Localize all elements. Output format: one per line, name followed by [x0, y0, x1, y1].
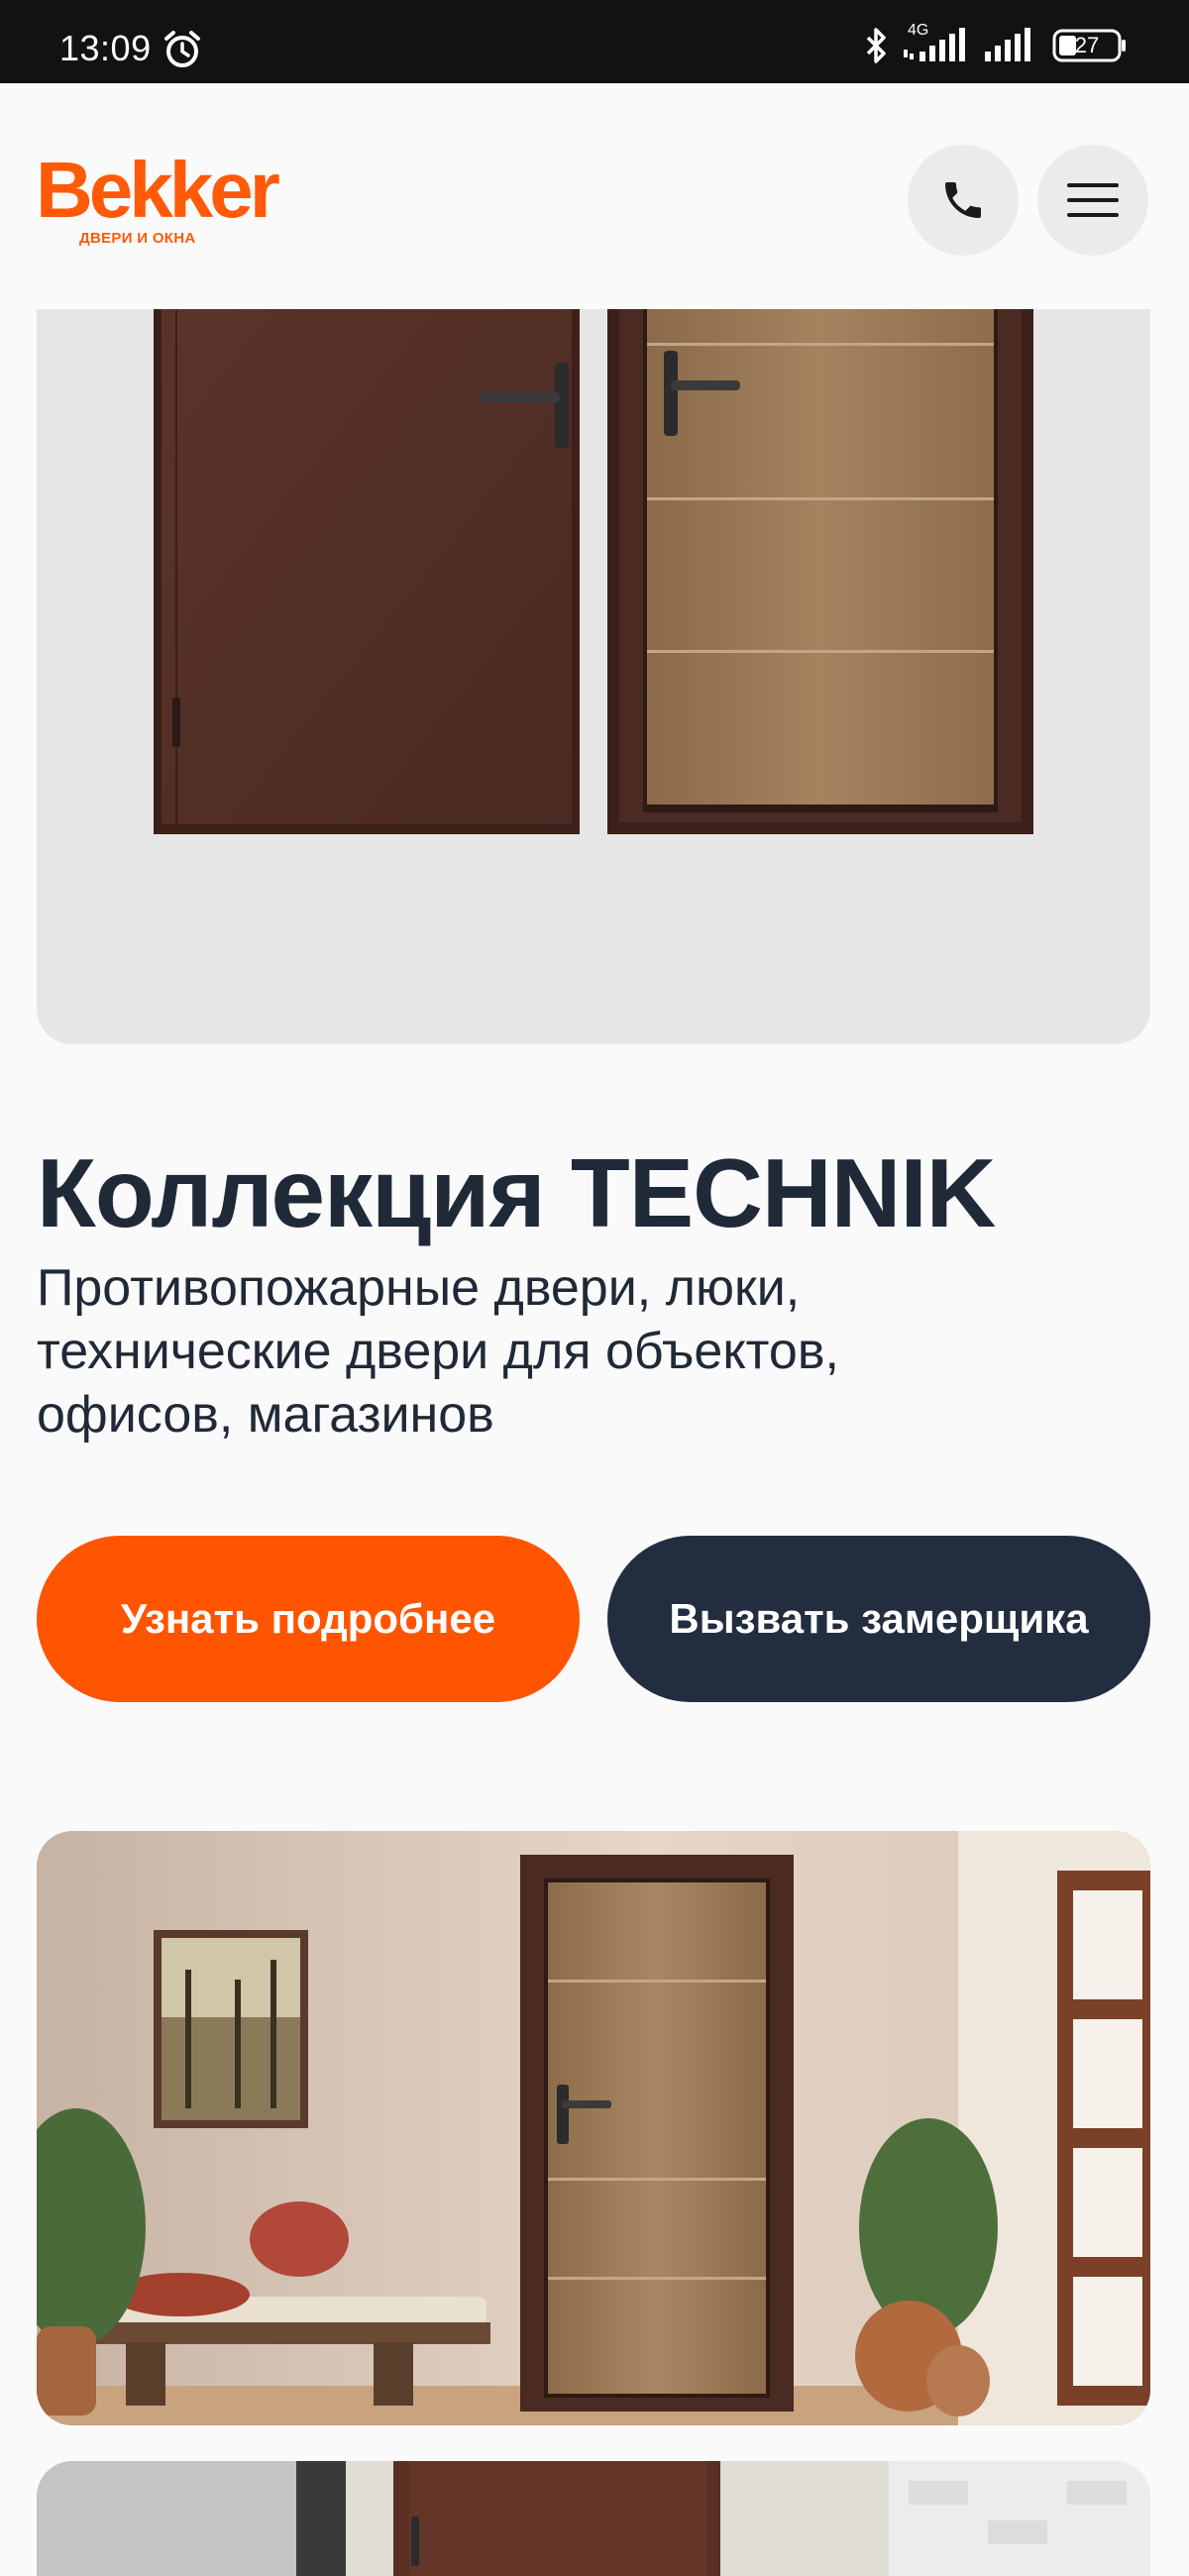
- phone-icon: [945, 182, 981, 218]
- collection-title: Коллекция TECHNIK: [37, 1138, 996, 1247]
- collection-description: Противопожарные двери, люки, технические…: [37, 1259, 839, 1444]
- phone-button[interactable]: [908, 145, 1019, 256]
- wood-panel-door: [607, 309, 1033, 834]
- steel-door: [154, 309, 580, 834]
- signal-icon: [904, 28, 965, 61]
- status-time: 13:09: [59, 28, 152, 68]
- interior-scene-image: [37, 1831, 1150, 2425]
- signal-icon-2: [985, 28, 1030, 61]
- menu-button[interactable]: [1037, 145, 1148, 256]
- details-button[interactable]: Узнать подробнее: [37, 1536, 580, 1702]
- alarm-icon: [164, 31, 200, 67]
- menu-icon: [1067, 183, 1119, 217]
- battery-level: 27: [1074, 33, 1100, 57]
- bluetooth-icon: [866, 28, 886, 63]
- site-header: Bekker ДВЕРИ И ОКНА: [0, 83, 1189, 309]
- second-scene-image: [37, 2461, 1150, 2576]
- second-photo: [37, 2461, 1150, 2576]
- status-bar: 13:09 4G 27: [0, 0, 1189, 83]
- network-indicator: 4G: [902, 22, 969, 65]
- battery-icon: 27: [1052, 29, 1128, 62]
- interior-photo: [37, 1831, 1150, 2425]
- collection-image: [37, 309, 1150, 1044]
- logo-subtitle: ДВЕРИ И ОКНА: [79, 230, 196, 247]
- call-measurer-button[interactable]: Вызвать замерщика: [607, 1536, 1150, 1702]
- technik-doors-image: [154, 309, 1033, 834]
- status-icons: 4G 27: [864, 22, 1128, 65]
- logo-wordmark: Bekker: [36, 146, 280, 234]
